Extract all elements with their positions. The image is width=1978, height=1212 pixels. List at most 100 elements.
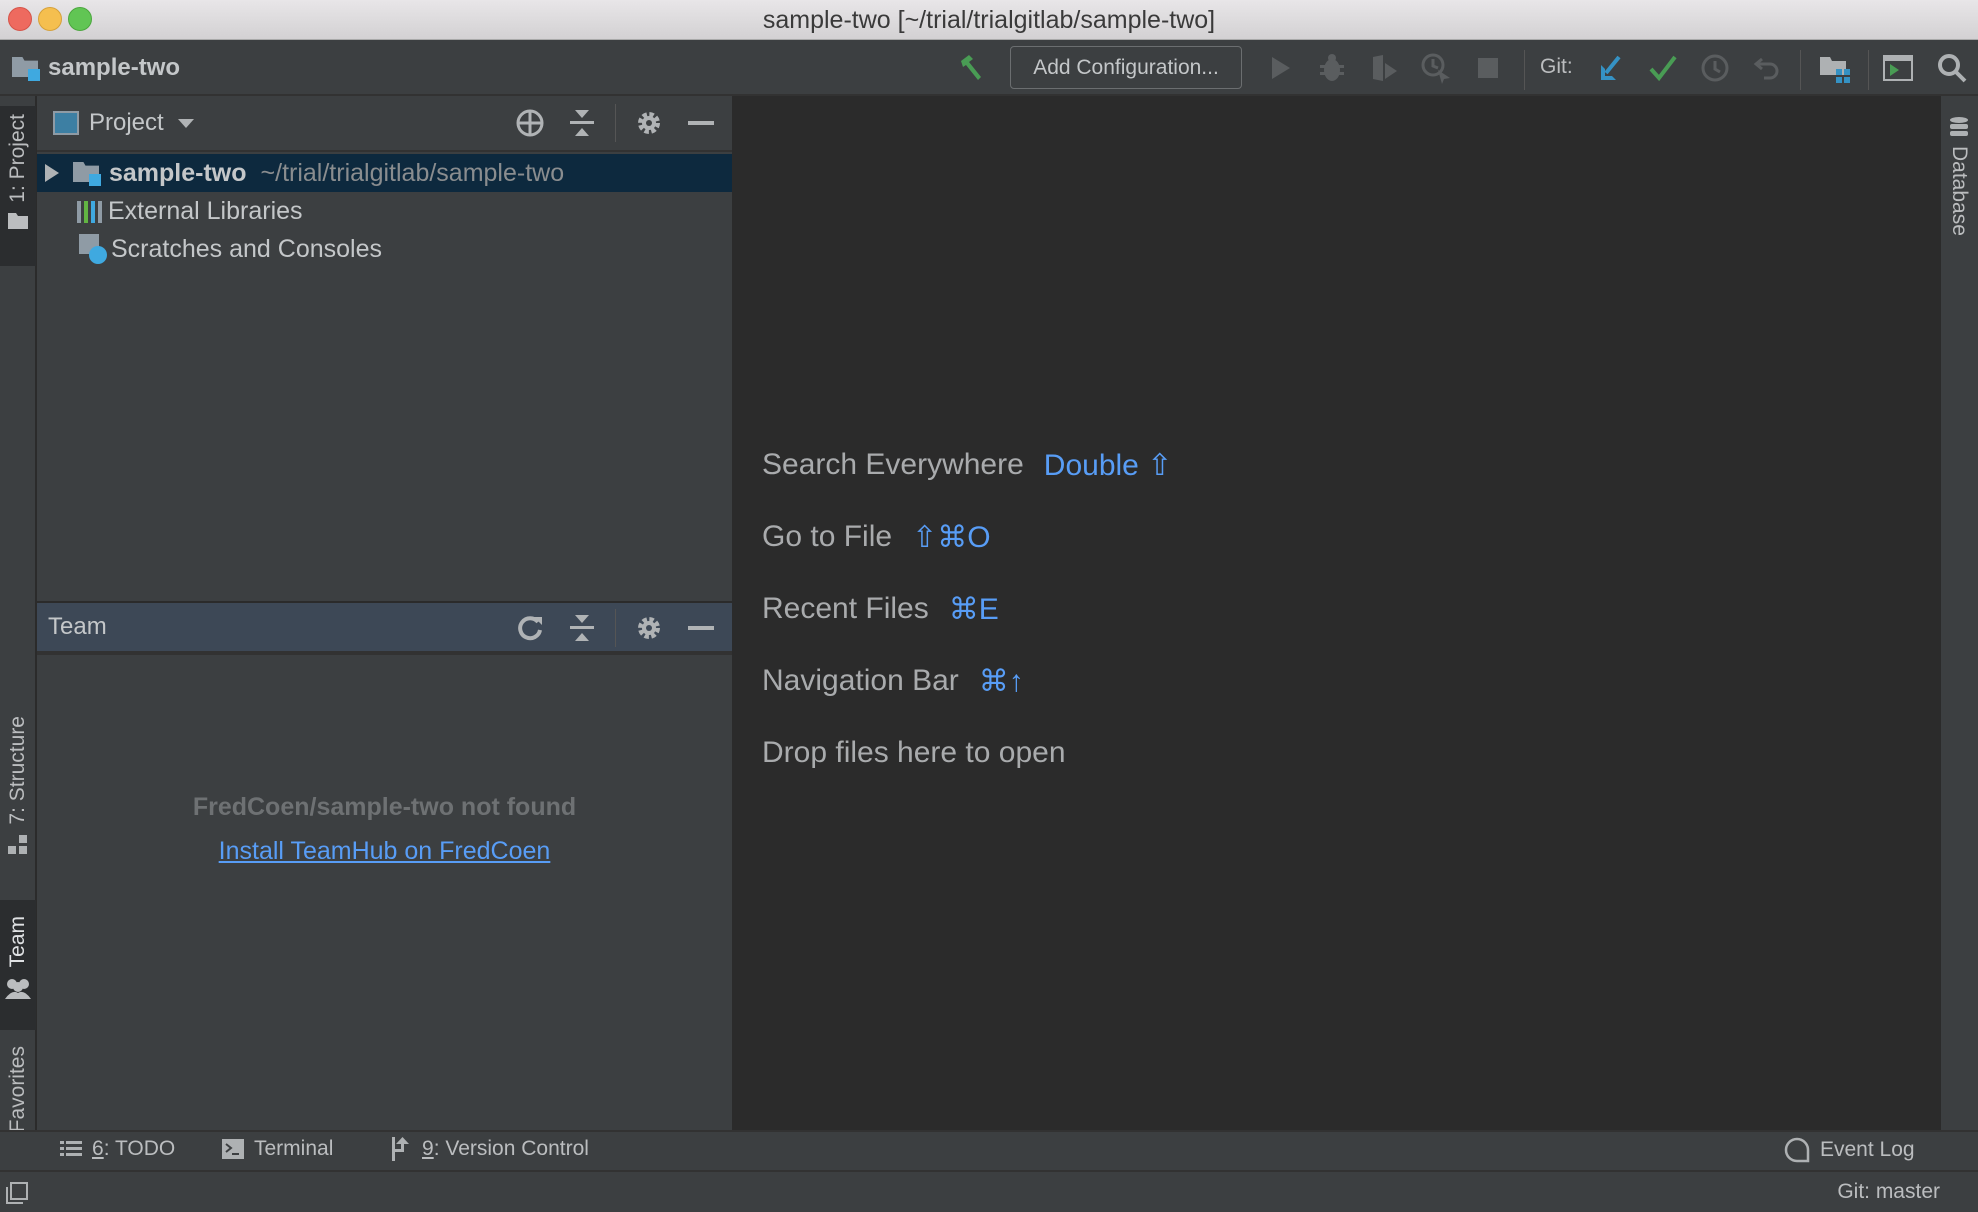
terminal-run-icon[interactable] xyxy=(1880,50,1916,86)
git-branch-widget[interactable]: Git: master xyxy=(1837,1180,1940,1204)
event-log-balloon-icon xyxy=(1784,1137,1810,1163)
git-history-icon[interactable] xyxy=(1697,50,1733,86)
tool-tab-version-control[interactable]: 9: Version Control xyxy=(392,1137,589,1161)
collapse-all-icon[interactable] xyxy=(563,609,601,647)
refresh-icon[interactable] xyxy=(511,609,549,647)
team-tool-window: Team FredCoen/sample-two not found Insta… xyxy=(37,603,732,1130)
project-view-label: Project xyxy=(89,109,164,136)
terminal-icon xyxy=(222,1139,244,1159)
project-breadcrumb-label: sample-two xyxy=(48,54,181,81)
module-folder-icon xyxy=(73,160,103,186)
install-teamhub-link[interactable]: Install TeamHub on FredCoen xyxy=(37,837,732,866)
hint-label: Go to File xyxy=(762,520,893,553)
profile-icon[interactable] xyxy=(1418,50,1454,86)
stop-icon[interactable] xyxy=(1470,50,1506,86)
project-tool-window: Project sample-two ~/trial/trialgitlab/s… xyxy=(37,96,732,601)
header-separator xyxy=(615,104,616,142)
project-tree: sample-two ~/trial/trialgitlab/sample-tw… xyxy=(37,154,732,268)
hide-panel-icon[interactable] xyxy=(682,104,720,142)
gear-icon[interactable] xyxy=(630,104,668,142)
project-breadcrumb[interactable]: sample-two xyxy=(12,54,180,82)
hint-shortcut: ⌘↑ xyxy=(978,665,1024,698)
gear-icon[interactable] xyxy=(630,609,668,647)
search-icon[interactable] xyxy=(1934,50,1970,86)
tree-item-external-libraries[interactable]: External Libraries xyxy=(37,192,732,230)
navigation-toolbar: sample-two Add Configuration... Git: xyxy=(0,40,1978,96)
tree-item-project-root[interactable]: sample-two ~/trial/trialgitlab/sample-tw… xyxy=(37,154,732,192)
stripe-tab-database[interactable]: Database xyxy=(1941,116,1977,256)
tool-tab-mnemonic: 6 xyxy=(92,1137,104,1160)
tree-item-name: Scratches and Consoles xyxy=(111,234,382,263)
left-tool-stripe: 1: Project 7: Structure Team 2: Favorite… xyxy=(0,96,36,1190)
stripe-tab-database-label: Database xyxy=(1948,146,1971,236)
git-label: Git: xyxy=(1540,55,1573,78)
toolbar-separator xyxy=(1868,50,1869,90)
git-update-icon[interactable] xyxy=(1593,50,1629,86)
build-hammer-icon[interactable] xyxy=(952,50,988,86)
hint-recent-files: Recent Files ⌘E xyxy=(762,592,999,627)
add-configuration-button[interactable]: Add Configuration... xyxy=(1010,46,1242,89)
expand-arrow-icon[interactable] xyxy=(45,164,59,182)
team-people-icon xyxy=(5,979,31,1000)
chevron-down-icon xyxy=(177,118,194,128)
event-log-button[interactable]: Event Log xyxy=(1784,1137,1915,1163)
project-view-icon xyxy=(53,111,79,135)
hint-label: Navigation Bar xyxy=(762,664,959,697)
toggle-tool-windows-icon[interactable] xyxy=(6,1182,28,1204)
stripe-tab-project-label: 1: Project xyxy=(6,114,29,203)
stripe-tab-structure-label: 7: Structure xyxy=(6,716,29,825)
scratches-icon xyxy=(77,234,107,264)
locate-file-icon[interactable] xyxy=(511,104,549,142)
coverage-icon[interactable] xyxy=(1366,50,1402,86)
run-icon[interactable] xyxy=(1262,50,1298,86)
version-control-icon xyxy=(392,1137,409,1161)
hint-search-everywhere: Search Everywhere Double ⇧ xyxy=(762,448,1172,483)
tree-item-name: sample-two xyxy=(109,158,247,187)
hide-panel-icon[interactable] xyxy=(682,609,720,647)
debug-icon[interactable] xyxy=(1314,50,1350,86)
window-title: sample-two [~/trial/trialgitlab/sample-t… xyxy=(762,6,1216,34)
database-icon xyxy=(1950,117,1968,136)
team-not-found-message: FredCoen/sample-two not found xyxy=(192,793,577,821)
tool-tab-terminal[interactable]: Terminal xyxy=(222,1137,333,1161)
tree-item-scratches[interactable]: Scratches and Consoles xyxy=(37,230,732,268)
team-panel-header: Team xyxy=(37,603,732,655)
toolbar-separator xyxy=(1800,50,1801,90)
stripe-tab-structure[interactable]: 7: Structure xyxy=(0,616,36,896)
project-panel-header: Project xyxy=(37,96,732,152)
editor-area[interactable]: Search Everywhere Double ⇧ Go to File ⇧⌘… xyxy=(736,96,1940,1130)
tool-tab-label: : Version Control xyxy=(433,1137,589,1160)
git-rollback-icon[interactable] xyxy=(1749,50,1785,86)
stripe-tab-project[interactable]: 1: Project xyxy=(0,106,36,266)
right-tool-stripe: Database xyxy=(1940,96,1978,1130)
team-panel-title: Team xyxy=(48,613,107,640)
project-folder-icon xyxy=(12,55,42,81)
status-bar: Git: master xyxy=(0,1172,1978,1212)
hint-shortcut: Double ⇧ xyxy=(1043,449,1173,482)
bottom-tool-bar: 6: TODO Terminal 9: Version Control Even… xyxy=(0,1130,1978,1172)
hint-navigation-bar: Navigation Bar ⌘↑ xyxy=(762,664,1024,699)
tree-item-path: ~/trial/trialgitlab/sample-two xyxy=(260,158,565,187)
tool-tab-todo[interactable]: 6: TODO xyxy=(60,1137,175,1161)
stripe-tab-team-label: Team xyxy=(6,916,29,968)
hint-shortcut: ⌘E xyxy=(948,593,999,626)
tool-tab-mnemonic: 9 xyxy=(422,1137,434,1160)
collapse-all-icon[interactable] xyxy=(563,104,601,142)
window-title-bar: sample-two [~/trial/trialgitlab/sample-t… xyxy=(0,0,1978,40)
hint-go-to-file: Go to File ⇧⌘O xyxy=(762,520,991,555)
libraries-icon xyxy=(77,199,102,223)
git-commit-icon[interactable] xyxy=(1645,50,1681,86)
hint-label: Search Everywhere xyxy=(762,448,1024,481)
project-structure-icon[interactable] xyxy=(1816,50,1852,86)
tool-tab-label: : TODO xyxy=(103,1137,176,1160)
stripe-tab-team[interactable]: Team xyxy=(0,900,36,1030)
toolbar-separator xyxy=(1524,50,1525,90)
hint-shortcut: ⇧⌘O xyxy=(912,521,991,554)
header-separator xyxy=(615,609,616,647)
hint-label: Drop files here to open xyxy=(762,736,1066,769)
hint-label: Recent Files xyxy=(762,592,929,625)
hint-drop-files: Drop files here to open xyxy=(762,736,1066,770)
project-view-selector[interactable]: Project xyxy=(53,109,194,137)
event-log-label: Event Log xyxy=(1820,1138,1915,1161)
folder-icon xyxy=(8,212,28,229)
